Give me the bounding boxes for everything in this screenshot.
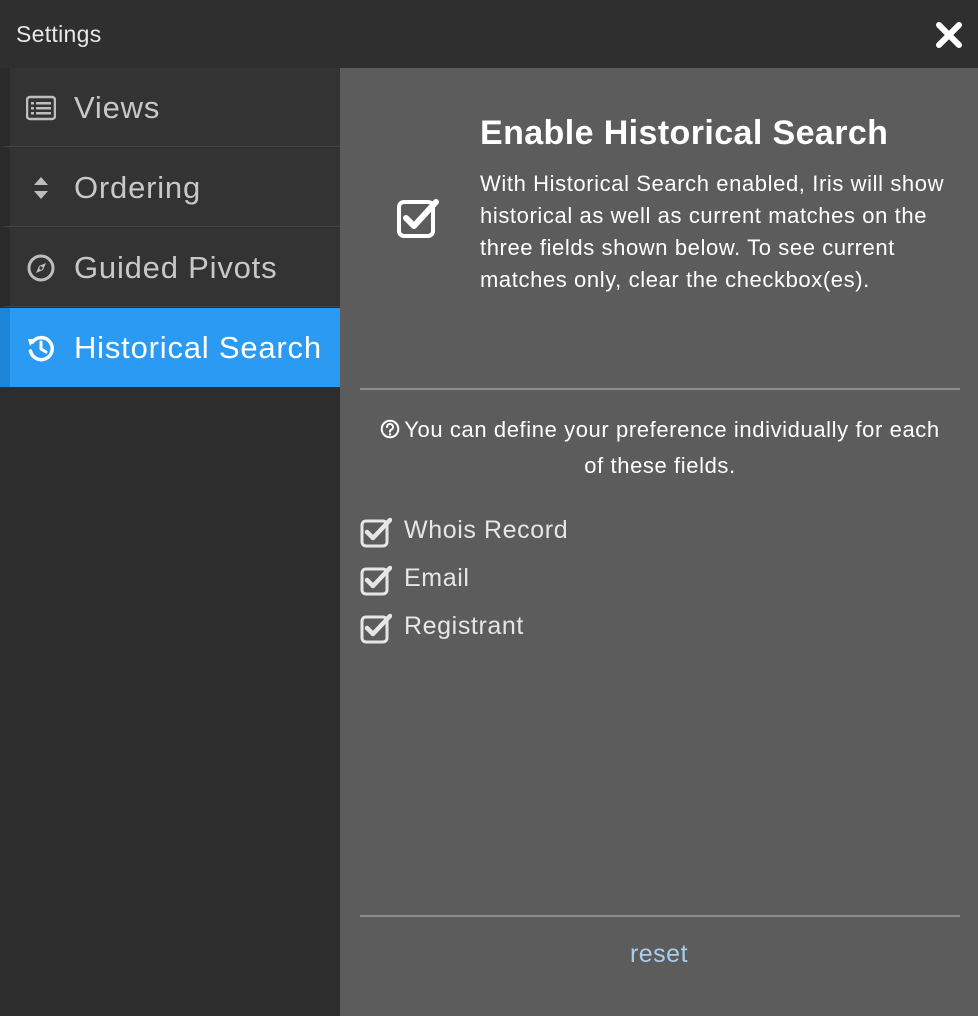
field-label: Whois Record [404, 516, 569, 544]
sidebar-item-label: Views [74, 90, 161, 125]
sidebar-item-views[interactable]: Views [0, 68, 340, 147]
sort-icon [34, 177, 48, 199]
settings-sidebar: Views Ordering Guided Pivots Historical … [0, 68, 340, 1016]
compass-icon [27, 254, 55, 282]
sidebar-item-guided-pivots[interactable]: Guided Pivots [0, 228, 340, 307]
history-icon [28, 335, 54, 362]
hint-text: You can define your preference individua… [404, 417, 940, 478]
sidebar-item-label: Historical Search [74, 330, 322, 365]
checkbox-checked-icon [360, 565, 392, 596]
divider [360, 915, 960, 917]
close-icon [936, 22, 962, 48]
sidebar-item-ordering[interactable]: Ordering [0, 148, 340, 227]
close-button[interactable] [934, 20, 964, 50]
list-icon [26, 95, 56, 121]
enable-historical-search-checkbox[interactable] [396, 196, 440, 240]
checkbox-checked-icon [397, 199, 439, 238]
checkbox-checked-icon [360, 517, 392, 548]
settings-window: Settings Views Ordering Guided Pivots Hi… [0, 0, 978, 1016]
section-title: Enable Historical Search [480, 114, 889, 152]
sidebar-item-label: Ordering [74, 170, 202, 205]
divider [360, 388, 960, 390]
section-description: With Historical Search enabled, Iris wil… [480, 171, 945, 292]
reset-link[interactable]: reset [340, 940, 978, 969]
sidebar-item-historical-search[interactable]: Historical Search [0, 308, 340, 387]
sidebar-item-label: Guided Pivots [74, 250, 278, 285]
preference-hint: You can define your preference individua… [380, 412, 940, 484]
question-circle-icon [380, 419, 400, 439]
window-title: Settings [16, 21, 102, 47]
checkbox-checked-icon [360, 613, 392, 644]
field-label: Registrant [404, 612, 524, 640]
field-label: Email [404, 564, 470, 592]
settings-content: Enable Historical Search With Historical… [340, 68, 978, 1016]
title-bar: Settings [0, 0, 978, 68]
